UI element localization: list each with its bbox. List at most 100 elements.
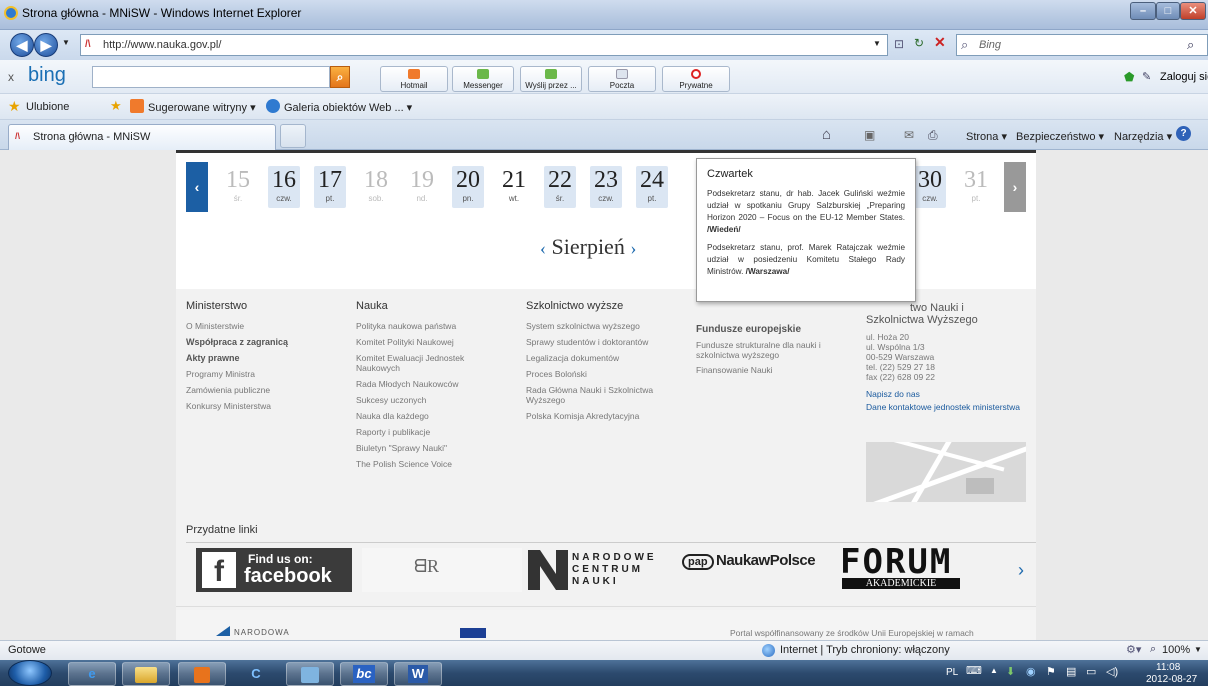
web-gallery-link[interactable]: Galeria obiektów Web ... ▾ bbox=[284, 101, 412, 114]
taskbar-outlook-button[interactable] bbox=[178, 662, 226, 686]
br-logo[interactable]: ᗺR bbox=[362, 548, 522, 592]
send-via-button[interactable]: Wyślij przez ... bbox=[520, 66, 582, 92]
footer-link[interactable]: Fundusze strukturalne dla nauki i szkoln… bbox=[696, 338, 846, 362]
month-next-link[interactable]: › bbox=[630, 238, 636, 258]
location-map[interactable] bbox=[866, 442, 1026, 502]
clock-date[interactable]: 2012-08-27 bbox=[1146, 674, 1197, 685]
taskbar-word-button[interactable]: W bbox=[394, 662, 442, 686]
facebook-banner[interactable]: f Find us on: facebook bbox=[196, 548, 352, 592]
footer-link[interactable]: Finansowanie Nauki bbox=[696, 362, 846, 378]
tools-menu[interactable]: Narzędzia ▾ bbox=[1114, 130, 1172, 143]
private-button[interactable]: Prywatne bbox=[662, 66, 730, 92]
volume-icon[interactable]: ◁) bbox=[1106, 665, 1118, 678]
maximize-button[interactable]: □ bbox=[1156, 2, 1180, 20]
footer-link[interactable]: Komitet Ewaluacji Jednostek Naukowych bbox=[356, 350, 506, 376]
taskbar-bc-button[interactable]: bc bbox=[340, 662, 388, 686]
calendar-day[interactable]: 31 pt. bbox=[960, 166, 992, 208]
history-dropdown-icon[interactable]: ▼ bbox=[62, 38, 70, 47]
login-link[interactable]: Zaloguj się bbox=[1160, 71, 1208, 83]
bing-search-button[interactable]: ⌕ bbox=[330, 66, 350, 88]
page-menu[interactable]: Strona ▾ bbox=[966, 130, 1007, 143]
unit-contacts-link[interactable]: Dane kontaktowe jednostek ministerstwa bbox=[866, 402, 1026, 412]
security-zone[interactable]: Internet | Tryb chroniony: włączony bbox=[780, 644, 950, 656]
month-prev-link[interactable]: ‹ bbox=[540, 238, 546, 258]
calendar-day[interactable]: 23 czw. bbox=[590, 166, 622, 208]
tab-active[interactable]: /\ Strona główna - MNiSW bbox=[8, 124, 276, 150]
calendar-day[interactable]: 22 śr. bbox=[544, 166, 576, 208]
calendar-day[interactable]: 21 wt. bbox=[498, 166, 530, 208]
calendar-day[interactable]: 18 sob. bbox=[360, 166, 392, 208]
action-center-icon[interactable]: ⚑ bbox=[1046, 665, 1056, 678]
taskbar-app-button[interactable]: C bbox=[232, 662, 280, 686]
stop-icon[interactable]: ✕ bbox=[934, 34, 946, 51]
footer-link[interactable]: Sukcesy uczonych bbox=[356, 392, 506, 408]
calendar-day[interactable]: 24 pt. bbox=[636, 166, 668, 208]
footer-link[interactable]: Biuletyn "Sprawy Nauki" bbox=[356, 440, 506, 456]
toolbar-close-icon[interactable]: x bbox=[8, 70, 14, 84]
power-icon[interactable]: ▤ bbox=[1066, 665, 1076, 678]
close-button[interactable]: ✕ bbox=[1180, 2, 1206, 20]
taskbar-ie-button[interactable]: e bbox=[68, 662, 116, 686]
footer-link[interactable]: System szkolnictwa wyższego bbox=[526, 318, 686, 334]
language-indicator[interactable]: PL bbox=[946, 667, 958, 678]
footer-link[interactable]: Zamówienia publiczne bbox=[186, 382, 336, 398]
compatibility-icon[interactable]: ⊡ bbox=[894, 37, 904, 51]
calendar-day[interactable]: 15 śr. bbox=[222, 166, 254, 208]
favorites-button[interactable]: Ulubione bbox=[26, 101, 69, 113]
ncn-logo[interactable]: NARODOWE CENTRUM NAUKI bbox=[528, 550, 678, 592]
zoom-level[interactable]: 100% bbox=[1162, 644, 1190, 656]
footer-link[interactable]: Rada Główna Nauki i Szkolnictwa Wyższego bbox=[526, 382, 686, 408]
hotmail-button[interactable]: Hotmail bbox=[380, 66, 448, 92]
network-icon[interactable]: ▭ bbox=[1086, 665, 1096, 678]
zoom-dropdown-icon[interactable]: ▼ bbox=[1194, 645, 1202, 654]
add-favorite-icon[interactable]: ★ bbox=[110, 98, 122, 114]
footer-link[interactable]: Współpraca z zagranicą bbox=[186, 334, 336, 350]
calendar-day[interactable]: 30 czw. bbox=[914, 166, 946, 208]
footer-link[interactable]: O Ministerstwie bbox=[186, 318, 336, 334]
footer-link[interactable]: Sprawy studentów i doktorantów bbox=[526, 334, 686, 350]
read-mail-icon[interactable]: ✉ bbox=[904, 128, 914, 142]
footer-link[interactable]: Legalizacja dokumentów bbox=[526, 350, 686, 366]
footer-link[interactable]: Proces Boloński bbox=[526, 366, 686, 382]
minimize-button[interactable]: – bbox=[1130, 2, 1156, 20]
mail-button[interactable]: Poczta bbox=[588, 66, 656, 92]
footer-link[interactable]: Nauka dla każdego bbox=[356, 408, 506, 424]
footer-link[interactable]: Polska Komisja Akredytacyjna bbox=[526, 408, 686, 424]
new-tab-button[interactable] bbox=[280, 124, 306, 148]
calendar-day[interactable]: 19 nd. bbox=[406, 166, 438, 208]
calendar-day[interactable]: 17 pt. bbox=[314, 166, 346, 208]
keyboard-icon[interactable]: ⌨ bbox=[966, 664, 982, 677]
refresh-icon[interactable]: ↻ bbox=[914, 36, 924, 50]
bing-search-input[interactable] bbox=[92, 66, 330, 88]
footer-link[interactable]: Programy Ministra bbox=[186, 366, 336, 382]
nauka-w-polsce-logo[interactable]: pap NaukawPolsce bbox=[682, 552, 832, 582]
taskbar-explorer-button[interactable] bbox=[122, 662, 170, 686]
print-icon[interactable]: ⎙ bbox=[928, 128, 938, 143]
zone-settings-icon[interactable]: ⚙▾ bbox=[1126, 643, 1141, 656]
forum-akademickie-logo[interactable]: FORUM AKADEMICKIE bbox=[840, 542, 968, 592]
clock-time[interactable]: 11:08 bbox=[1156, 662, 1180, 673]
feeds-icon[interactable]: ▣ bbox=[864, 128, 875, 142]
suggested-sites-link[interactable]: Sugerowane witryny ▾ bbox=[148, 101, 256, 114]
back-button[interactable]: ◀ bbox=[10, 33, 34, 57]
safety-menu[interactable]: Bezpieczeństwo ▾ bbox=[1016, 130, 1104, 143]
tray-expand-icon[interactable]: ▲ bbox=[990, 666, 998, 675]
footer-link[interactable]: Akty prawne bbox=[186, 350, 336, 366]
address-bar[interactable]: /\ http://www.nauka.gov.pl/ ▼ bbox=[80, 34, 888, 56]
calendar-next-button[interactable]: › bbox=[1004, 162, 1026, 212]
footer-link[interactable]: Konkursy Ministerstwa bbox=[186, 398, 336, 414]
calendar-prev-button[interactable]: ‹ bbox=[186, 162, 208, 212]
footer-link[interactable]: Polityka naukowa państwa bbox=[356, 318, 506, 334]
address-dropdown-icon[interactable]: ▼ bbox=[873, 39, 881, 48]
useful-next-icon[interactable]: › bbox=[1018, 560, 1024, 581]
calendar-day[interactable]: 16 czw. bbox=[268, 166, 300, 208]
taskbar-app2-button[interactable] bbox=[286, 662, 334, 686]
search-box[interactable]: ⌕ Bing ⌕ bbox=[956, 34, 1208, 56]
footer-link[interactable]: Komitet Polityki Naukowej bbox=[356, 334, 506, 350]
search-go-icon[interactable]: ⌕ bbox=[1187, 37, 1194, 53]
footer-link[interactable]: The Polish Science Voice bbox=[356, 456, 506, 472]
help-icon[interactable]: ? bbox=[1176, 126, 1191, 141]
contact-us-link[interactable]: Napisz do nas bbox=[866, 386, 1026, 402]
start-button[interactable] bbox=[8, 660, 52, 686]
forward-button[interactable]: ▶ bbox=[34, 33, 58, 57]
